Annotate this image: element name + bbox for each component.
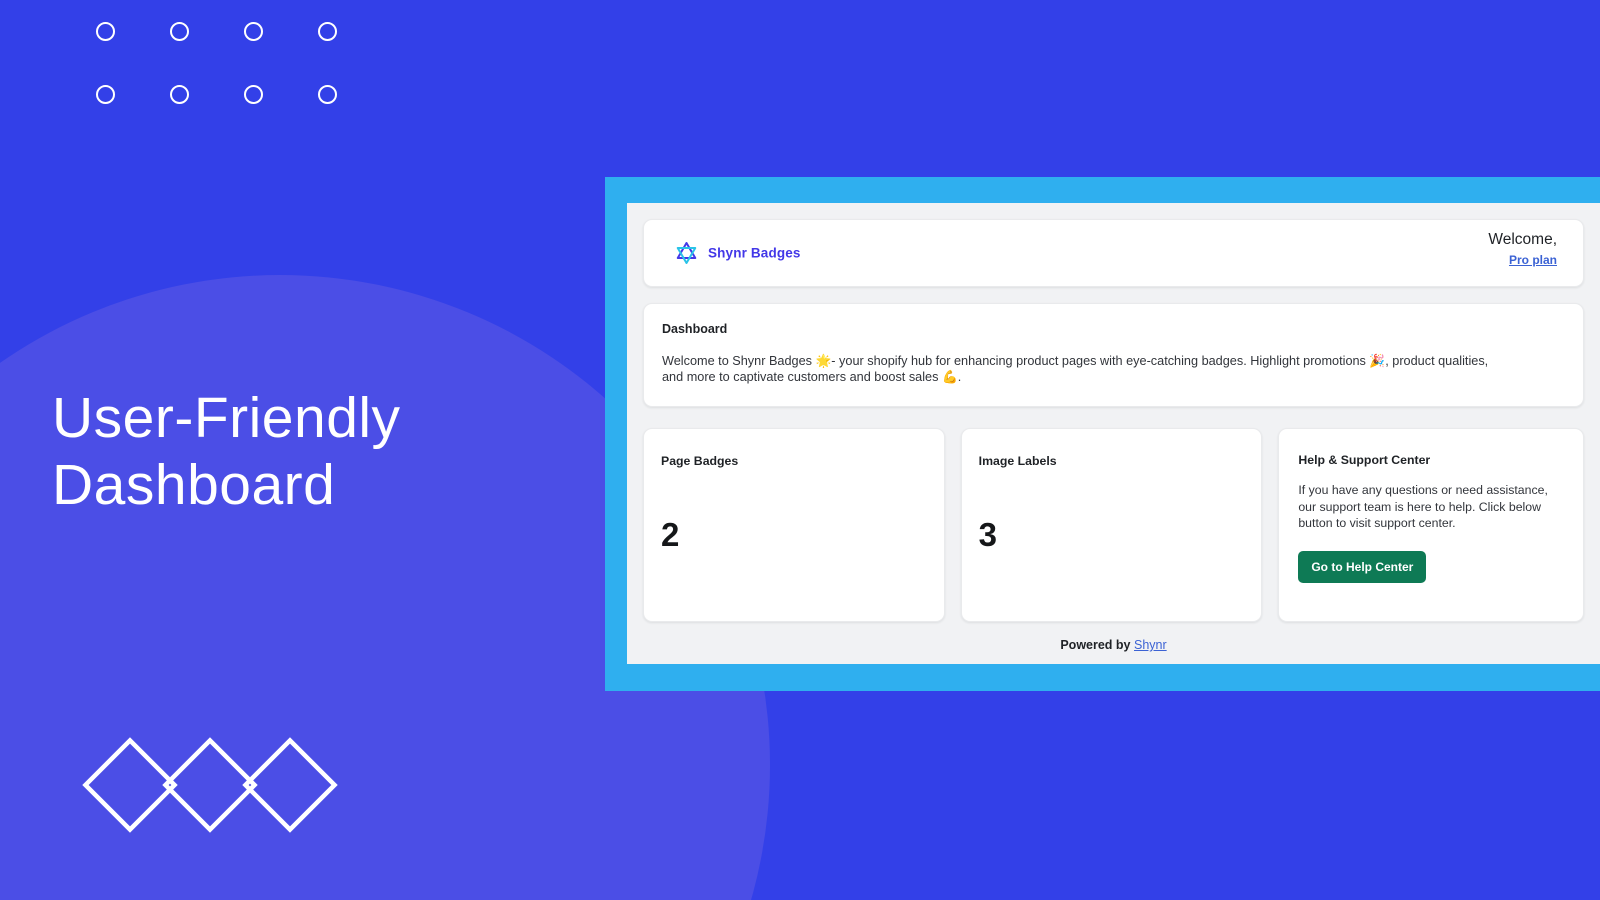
diamond-outline-icon — [162, 737, 258, 833]
dashboard-title: Dashboard — [662, 322, 728, 336]
dashboard-card: Dashboard Welcome to Shynr Badges 🌟- you… — [643, 303, 1584, 407]
stat-label: Image Labels — [978, 454, 1057, 468]
decorative-diamonds — [82, 737, 338, 833]
stats-row: Page Badges 2 Image Labels 3 Help & Supp… — [643, 428, 1585, 622]
circle-outline-icon — [318, 85, 337, 104]
app-screenshot-frame: Shynr Badges Welcome, Pro plan Dashboard… — [605, 177, 1600, 691]
help-support-card: Help & Support Center If you have any qu… — [1278, 428, 1585, 622]
stat-card-page-badges: Page Badges 2 — [643, 428, 945, 622]
help-title: Help & Support Center — [1298, 453, 1431, 467]
app-footer: Powered by Shynr — [627, 638, 1600, 652]
brand-name: Shynr Badges — [708, 245, 801, 261]
decorative-dot-grid — [96, 22, 392, 148]
app-panel: Shynr Badges Welcome, Pro plan Dashboard… — [627, 203, 1600, 664]
welcome-block: Welcome, Pro plan — [1488, 231, 1557, 269]
brand[interactable]: Shynr Badges — [674, 241, 801, 266]
footer-text: Powered by — [1060, 638, 1131, 652]
circle-outline-icon — [170, 22, 189, 41]
circle-outline-icon — [318, 22, 337, 41]
stat-value: 2 — [661, 516, 680, 553]
diamond-outline-icon — [82, 737, 178, 833]
footer-shynr-link[interactable]: Shynr — [1134, 638, 1167, 652]
diamond-outline-icon — [242, 737, 338, 833]
circle-outline-icon — [170, 85, 189, 104]
circle-outline-icon — [96, 85, 115, 104]
stat-value: 3 — [978, 516, 998, 553]
go-to-help-center-button[interactable]: Go to Help Center — [1298, 551, 1427, 584]
promo-heading-line-1: User-Friendly — [52, 386, 401, 450]
shynr-star-logo-icon — [676, 242, 697, 264]
help-description: If you have any questions or need assist… — [1298, 483, 1548, 531]
circle-outline-icon — [244, 22, 263, 41]
promo-heading: User-Friendly Dashboard — [52, 385, 572, 520]
welcome-text: Welcome, — [1488, 231, 1557, 248]
stat-card-image-labels: Image Labels 3 — [960, 428, 1263, 622]
app-header: Shynr Badges Welcome, Pro plan — [643, 219, 1584, 287]
stat-label: Page Badges — [661, 454, 739, 468]
circle-outline-icon — [96, 22, 115, 41]
dashboard-description: Welcome to Shynr Badges 🌟- your shopify … — [662, 354, 1489, 385]
pro-plan-link[interactable]: Pro plan — [1509, 253, 1557, 267]
circle-outline-icon — [244, 85, 263, 104]
promo-heading-line-2: Dashboard — [52, 453, 336, 518]
